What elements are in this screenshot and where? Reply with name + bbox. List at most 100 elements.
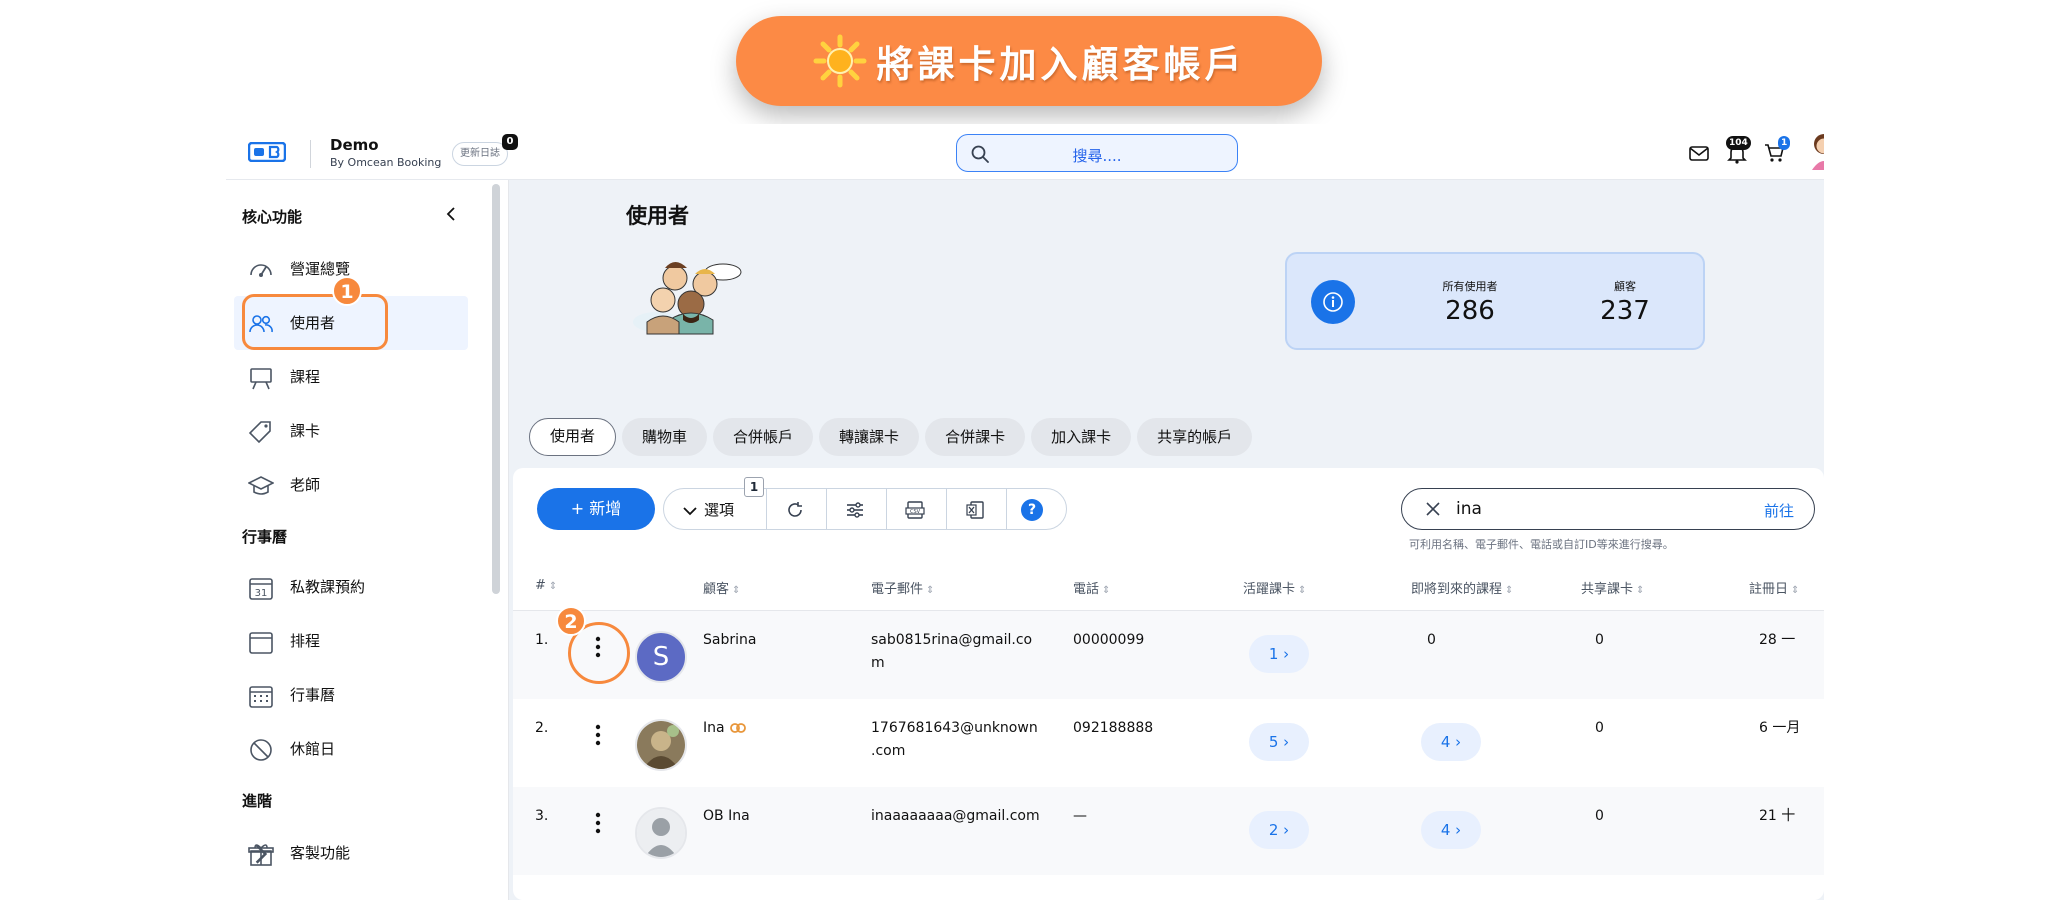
search-placeholder: 搜尋.... xyxy=(1072,147,1122,165)
refresh-button[interactable] xyxy=(766,489,826,529)
help-button[interactable]: ? xyxy=(1006,489,1066,529)
column-header-registered[interactable]: 註冊日 ⇕ xyxy=(1749,578,1799,597)
sidebar-item-courses[interactable]: 課程 xyxy=(234,350,468,404)
sidebar-item-schedule[interactable]: 排程 xyxy=(234,614,468,668)
search-go-button[interactable]: 前往 xyxy=(1764,500,1794,521)
mail-icon[interactable] xyxy=(1688,142,1710,164)
sidebar-item-private-booking[interactable]: 31 私教課預約 xyxy=(234,560,468,614)
sidebar-item-label: 老師 xyxy=(290,476,321,494)
calendar-31-icon: 31 xyxy=(249,578,273,600)
tab-cart[interactable]: 購物車 xyxy=(622,418,708,456)
filter-settings-button[interactable] xyxy=(826,489,886,529)
tab-bar: 使用者 購物車 合併帳戶 轉讓課卡 合併課卡 加入課卡 共享的帳戶 xyxy=(529,418,1253,456)
question-icon: ? xyxy=(1021,499,1043,521)
options-label: 選項 xyxy=(704,501,735,519)
active-cards-button[interactable]: 1 › xyxy=(1249,635,1309,673)
shared-count: 0 xyxy=(1595,632,1604,648)
column-header-email[interactable]: 電子郵件 ⇕ xyxy=(871,578,934,597)
main-content: 使用者 所有使用者 286 顧客 237 使用者 購物車 合併帳戶 轉讓課卡 合… xyxy=(509,180,1824,900)
chevron-left-icon[interactable] xyxy=(444,206,458,222)
column-header-shared-cards[interactable]: 共享課卡 ⇕ xyxy=(1581,578,1644,597)
upcoming-courses-button[interactable]: 4 › xyxy=(1421,811,1481,849)
shared-count: 0 xyxy=(1595,808,1604,824)
banner-title: 將課卡加入顧客帳戶 xyxy=(876,43,1246,86)
users-group-illustration xyxy=(633,262,742,335)
tab-add-cards[interactable]: 加入課卡 xyxy=(1031,418,1132,456)
avatar: S xyxy=(635,631,687,683)
email-line-2: m xyxy=(871,655,885,671)
sidebar-item-closed-days[interactable]: 休館日 xyxy=(234,722,468,776)
user-avatar-icon[interactable] xyxy=(1806,132,1824,172)
sidebar-item-label: 營運總覽 xyxy=(290,260,351,278)
csv-export-button[interactable]: CSV xyxy=(886,489,946,529)
phone: 092188888 xyxy=(1073,720,1154,736)
customer-name[interactable]: OB Ina xyxy=(703,805,750,828)
global-search-input[interactable]: 搜尋.... xyxy=(956,134,1238,172)
sidebar-item-label: 私教課預約 xyxy=(290,578,366,596)
email-line-2: .com xyxy=(871,743,906,759)
sidebar-section-calendar: 行事曆 xyxy=(242,528,288,546)
stat-value: 286 xyxy=(1445,296,1495,326)
calendar-icon xyxy=(249,632,273,654)
column-header-index[interactable]: # ⇕ xyxy=(535,578,557,593)
row-index: 1. xyxy=(535,632,549,648)
customer-name[interactable]: Ina xyxy=(703,717,747,740)
sidebar-item-cards[interactable]: 課卡 xyxy=(234,404,468,458)
active-cards-button[interactable]: 2 › xyxy=(1249,811,1309,849)
tab-shared-accounts[interactable]: 共享的帳戶 xyxy=(1137,418,1253,456)
tag-icon xyxy=(248,421,271,444)
brand-name: Demo xyxy=(330,136,379,154)
column-header-upcoming[interactable]: 即將到來的課程 ⇕ xyxy=(1411,578,1513,597)
ban-icon xyxy=(250,739,272,761)
graduation-cap-icon xyxy=(248,476,274,495)
customer-name[interactable]: Sabrina xyxy=(703,629,756,652)
table-toolbar: 選項 1 CSV ? xyxy=(663,477,1067,530)
tutorial-title-banner: 將課卡加入顧客帳戶 xyxy=(736,16,1322,106)
sidebar-item-custom-features[interactable]: 客製功能 xyxy=(234,826,468,880)
annotation-step-1: 1 xyxy=(332,276,362,306)
tab-merge-accounts[interactable]: 合併帳戶 xyxy=(713,418,814,456)
tab-transfer-cards[interactable]: 轉讓課卡 xyxy=(819,418,920,456)
sidebar-scrollbar[interactable] xyxy=(492,184,500,594)
tab-users[interactable]: 使用者 xyxy=(529,418,617,456)
options-dropdown[interactable]: 選項 xyxy=(682,499,734,520)
table-row[interactable]: 3. OB Ina inaaaaaaaa@gmail.com — 2 › 4 ›… xyxy=(513,787,1824,875)
upcoming-courses-button[interactable]: 4 › xyxy=(1421,723,1481,761)
column-header-customer[interactable]: 顧客 ⇕ xyxy=(703,578,740,597)
user-stats-card: 所有使用者 286 顧客 237 xyxy=(1285,252,1705,350)
table-row[interactable]: 1. S Sabrina sab0815rina@gmail.co m 0000… xyxy=(513,611,1824,699)
upcoming-count: 0 xyxy=(1427,632,1436,648)
linked-rings-icon xyxy=(730,723,746,733)
clear-icon[interactable] xyxy=(1426,502,1440,516)
table-search-input[interactable]: ina 前往 xyxy=(1401,488,1815,530)
top-bar: Demo By Omcean Booking 更新日誌 0 搜尋.... 104… xyxy=(226,124,1824,180)
sidebar-item-label: 客製功能 xyxy=(290,844,351,862)
column-header-active-cards[interactable]: 活躍課卡 ⇕ xyxy=(1243,578,1306,597)
app-window: Demo By Omcean Booking 更新日誌 0 搜尋.... 104… xyxy=(226,124,1824,900)
sun-icon xyxy=(813,34,866,88)
sidebar-item-label: 課程 xyxy=(290,368,321,386)
email-line-1: inaaaaaaaa@gmail.com xyxy=(871,808,1040,824)
users-table-card: + 新增 選項 1 CSV ? ina 前往 可利用名稱、電子郵件、電話或自訂I… xyxy=(513,468,1824,900)
sidebar-item-calendar[interactable]: 行事曆 xyxy=(234,668,468,722)
csv-file-icon: CSV xyxy=(905,501,925,519)
stat-value: 237 xyxy=(1600,296,1650,326)
column-header-phone[interactable]: 電話 ⇕ xyxy=(1073,578,1110,597)
registered-date: 6 一月 xyxy=(1759,720,1801,736)
changelog-count-badge: 0 xyxy=(502,134,518,150)
excel-export-button[interactable] xyxy=(946,489,1006,529)
active-cards-button[interactable]: 5 › xyxy=(1249,723,1309,761)
annotation-highlight-users xyxy=(242,294,388,350)
stat-customers: 顧客 237 xyxy=(1585,278,1665,326)
sidebar-item-label: 排程 xyxy=(290,632,321,650)
annotation-step-2: 2 xyxy=(556,606,586,636)
stat-all-users: 所有使用者 286 xyxy=(1415,278,1525,326)
add-user-button[interactable]: + 新增 xyxy=(537,488,655,530)
sidebar-item-teachers[interactable]: 老師 xyxy=(234,458,468,512)
kebab-menu-icon[interactable] xyxy=(595,811,601,835)
tab-merge-cards[interactable]: 合併課卡 xyxy=(925,418,1026,456)
kebab-menu-icon[interactable] xyxy=(595,723,601,747)
changelog-button[interactable]: 更新日誌 xyxy=(452,142,508,166)
options-count-badge: 1 xyxy=(744,477,764,497)
table-row[interactable]: 2. Ina 1767681643@unknown .com 092188888… xyxy=(513,699,1824,787)
